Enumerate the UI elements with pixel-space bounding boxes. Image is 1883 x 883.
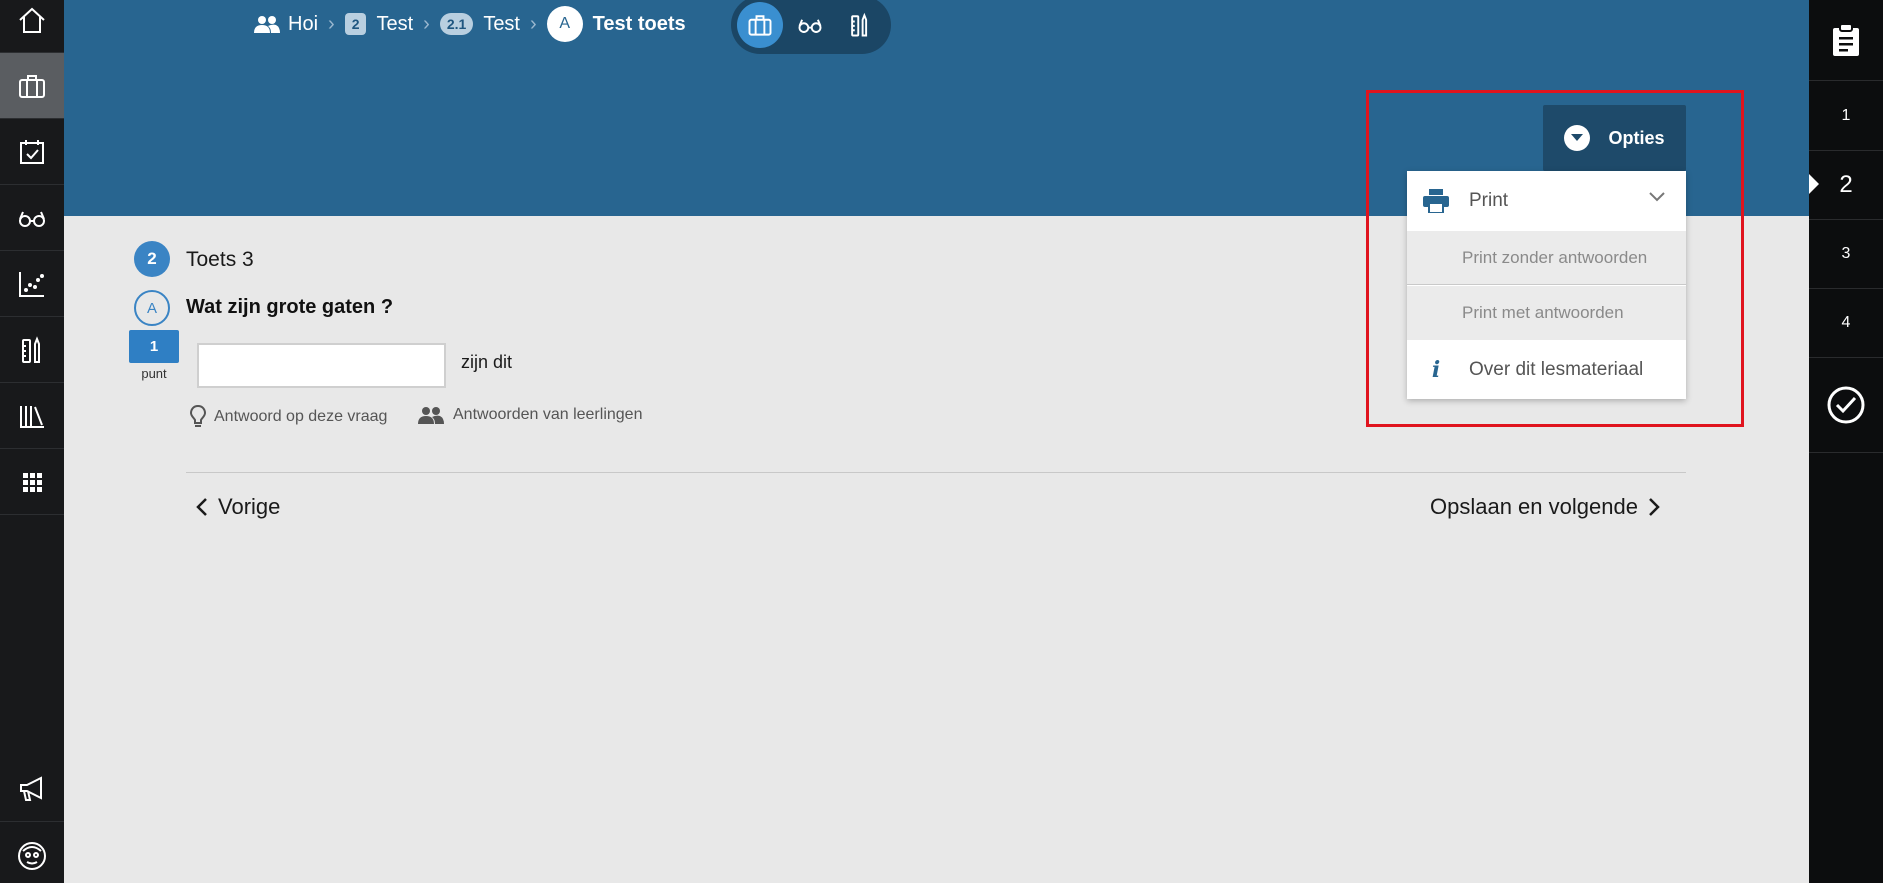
clipboard-icon <box>1833 23 1859 56</box>
briefcase-icon <box>19 74 45 98</box>
library-icon <box>20 406 44 428</box>
mode-workbook-button[interactable] <box>737 2 783 48</box>
chart-icon <box>19 272 44 297</box>
finish-button[interactable] <box>1809 358 1883 453</box>
megaphone-icon <box>20 776 42 801</box>
mode-tools-button[interactable] <box>837 2 883 48</box>
points-badge: 1 <box>129 330 179 363</box>
mode-switcher <box>731 0 891 54</box>
breadcrumb-level3-badge: A <box>546 6 583 42</box>
question-nav-2[interactable]: 2 <box>1809 151 1883 220</box>
chevron-right-icon <box>1649 498 1660 516</box>
question-number-badge: 2 <box>134 241 170 277</box>
briefcase-icon <box>748 15 772 36</box>
sidebar-item-tools[interactable] <box>0 318 64 383</box>
question-title: Toets 3 <box>186 248 254 271</box>
student-answers-label: Antwoorden van leerlingen <box>453 406 643 423</box>
mode-review-button[interactable] <box>787 2 833 48</box>
chevron-right-icon: › <box>423 12 430 35</box>
group-icon <box>418 407 444 424</box>
previous-button-label: Vorige <box>218 494 281 519</box>
breadcrumb-level2-badge: 2.1 <box>439 13 474 35</box>
current-pointer <box>1809 174 1819 194</box>
breadcrumb-level1[interactable]: 2 Test <box>344 12 414 36</box>
breadcrumb-level2[interactable]: 2.1 Test <box>439 12 520 36</box>
home-button[interactable] <box>0 0 64 53</box>
glasses-icon <box>19 211 45 227</box>
left-sidebar <box>0 0 64 883</box>
sidebar-item-workbook[interactable] <box>0 53 64 119</box>
lightbulb-icon <box>190 405 206 427</box>
previous-button[interactable]: Vorige <box>196 494 280 520</box>
breadcrumb-level1-label: Test <box>376 12 414 35</box>
right-sidebar: 1 2 3 4 <box>1809 0 1883 883</box>
question-nav-4[interactable]: 4 <box>1809 289 1883 358</box>
tools-icon <box>851 12 868 37</box>
sidebar-item-library[interactable] <box>0 384 64 449</box>
breadcrumb: Hoi › 2 Test › 2.1 Test › A Test toets <box>254 0 686 48</box>
chevron-left-icon <box>196 498 207 516</box>
student-answers-link[interactable]: Antwoorden van leerlingen <box>417 405 642 425</box>
question-nav-3[interactable]: 3 <box>1809 220 1883 289</box>
sidebar-item-results[interactable] <box>0 252 64 317</box>
breadcrumb-level1-badge: 2 <box>344 13 367 35</box>
glasses-icon <box>798 19 822 33</box>
subquestion-text: Wat zijn grote gaten ? <box>186 296 394 318</box>
sidebar-item-announcements[interactable] <box>0 757 64 822</box>
home-icon <box>19 7 45 33</box>
breadcrumb-level2-label: Test <box>483 12 520 35</box>
breadcrumb-home-label: Hoi <box>288 12 319 35</box>
highlight-box <box>1366 90 1744 427</box>
calendar-check-icon <box>20 140 44 164</box>
breadcrumb-level3-label: Test toets <box>592 12 686 35</box>
sidebar-item-profile[interactable] <box>0 823 64 883</box>
show-answer-link[interactable]: Antwoord op deze vraag <box>190 405 387 429</box>
avatar-icon <box>18 841 46 870</box>
points-label: punt <box>141 366 167 381</box>
apps-grid-icon <box>23 473 42 492</box>
sidebar-item-apps[interactable] <box>0 450 64 515</box>
sidebar-item-planner[interactable] <box>0 120 64 185</box>
tools-icon <box>22 336 40 363</box>
save-and-next-label: Opslaan en volgende <box>1430 494 1638 519</box>
sidebar-item-review[interactable] <box>0 186 64 251</box>
check-circle-icon <box>1827 386 1865 424</box>
clipboard-button[interactable] <box>1809 0 1883 81</box>
show-answer-label: Antwoord op deze vraag <box>214 408 388 425</box>
chevron-right-icon: › <box>328 12 335 35</box>
question-nav-1[interactable]: 1 <box>1809 82 1883 151</box>
answer-input[interactable] <box>197 343 446 388</box>
divider <box>186 472 1686 473</box>
answer-suffix-text: zijn dit <box>461 352 513 372</box>
chevron-right-icon: › <box>530 12 537 35</box>
group-icon <box>254 16 280 33</box>
subquestion-letter-badge: A <box>134 290 170 326</box>
save-and-next-button[interactable]: Opslaan en volgende <box>1430 494 1660 520</box>
breadcrumb-level3[interactable]: A Test toets <box>546 6 686 42</box>
breadcrumb-home[interactable]: Hoi <box>254 13 318 36</box>
